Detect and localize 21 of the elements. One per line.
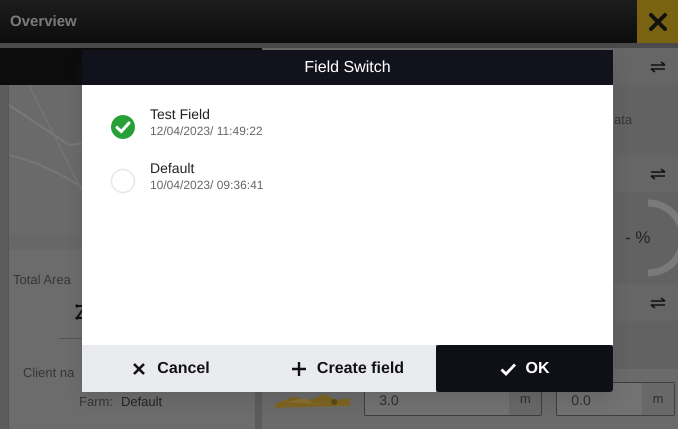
value: Default [120, 392, 162, 410]
cancel-button[interactable]: Cancel [82, 345, 259, 392]
field-timestamp: 12/04/2023/ 11:49:22 [150, 123, 263, 139]
swap-icon[interactable] [650, 60, 666, 72]
label: Total Area [12, 271, 72, 289]
close-button[interactable] [637, 0, 678, 43]
radio-button[interactable] [110, 168, 136, 194]
dialog-title: Field Switch [82, 50, 613, 85]
close-icon [648, 12, 668, 32]
screen-title: Overview [9, 12, 77, 32]
field-name[interactable]: Default [150, 159, 264, 177]
gauge-reading: - % [625, 227, 650, 250]
ok-button[interactable]: OK [436, 345, 613, 392]
create-field-button[interactable]: Create field [259, 345, 436, 392]
close-icon [131, 360, 148, 376]
swap-icon[interactable] [650, 296, 666, 308]
plus-icon [290, 360, 307, 376]
field-timestamp: 10/04/2023/ 09:36:41 [150, 177, 264, 193]
swap-icon[interactable] [650, 168, 666, 180]
check-icon[interactable] [110, 114, 136, 140]
field-name[interactable]: Test Field [150, 105, 263, 123]
